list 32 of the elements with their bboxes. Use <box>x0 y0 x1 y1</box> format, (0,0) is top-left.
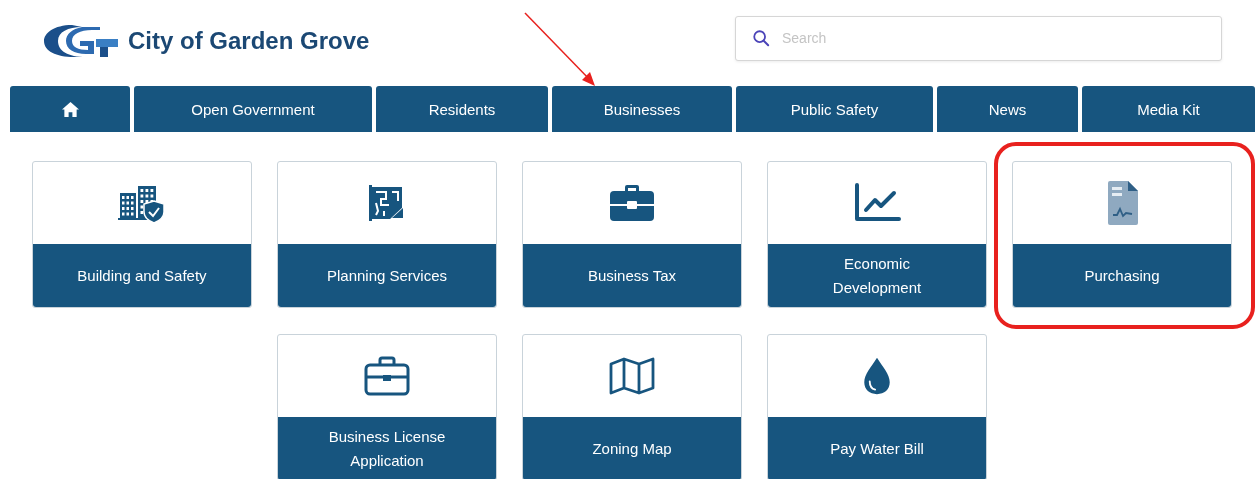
service-tile[interactable]: Purchasing <box>1012 161 1232 308</box>
nav-tab[interactable]: Residents <box>376 86 548 132</box>
briefcase-icon <box>608 183 656 223</box>
building-shield-icon <box>118 183 166 223</box>
tile-label: Zoning Map <box>523 417 741 479</box>
line-chart-icon <box>853 183 901 223</box>
service-tile[interactable]: Economic Development <box>767 161 987 308</box>
search-field[interactable]: Search <box>735 15 1222 61</box>
home-icon <box>60 100 80 118</box>
tile-label: Economic Development <box>768 244 986 307</box>
tile-label: Business Tax <box>523 244 741 307</box>
map-icon <box>608 356 656 396</box>
service-tile[interactable]: Planning Services <box>277 161 497 308</box>
nav-tab[interactable]: Businesses <box>552 86 732 132</box>
search-icon <box>752 28 770 47</box>
tile-label: Planning Services <box>278 244 496 307</box>
service-tile[interactable]: Pay Water Bill <box>767 334 987 479</box>
service-tile[interactable]: Zoning Map <box>522 334 742 479</box>
service-tile[interactable]: Business Tax <box>522 161 742 308</box>
nav-tab[interactable]: Open Government <box>134 86 372 132</box>
nav-tab[interactable]: Public Safety <box>736 86 933 132</box>
service-tile[interactable]: Business License Application <box>277 334 497 479</box>
tile-label: Building and Safety <box>33 244 251 307</box>
service-tile[interactable]: Building and Safety <box>32 161 252 308</box>
tile-label: Business License Application <box>278 417 496 479</box>
nav-tab[interactable]: News <box>937 86 1078 132</box>
tile-label: Pay Water Bill <box>768 417 986 479</box>
home-button[interactable] <box>10 86 130 132</box>
briefcase-icon <box>363 356 411 396</box>
tile-label: Purchasing <box>1013 244 1231 307</box>
nav-tab[interactable]: Media Kit <box>1082 86 1255 132</box>
site-title[interactable]: City of Garden Grove <box>128 27 370 55</box>
